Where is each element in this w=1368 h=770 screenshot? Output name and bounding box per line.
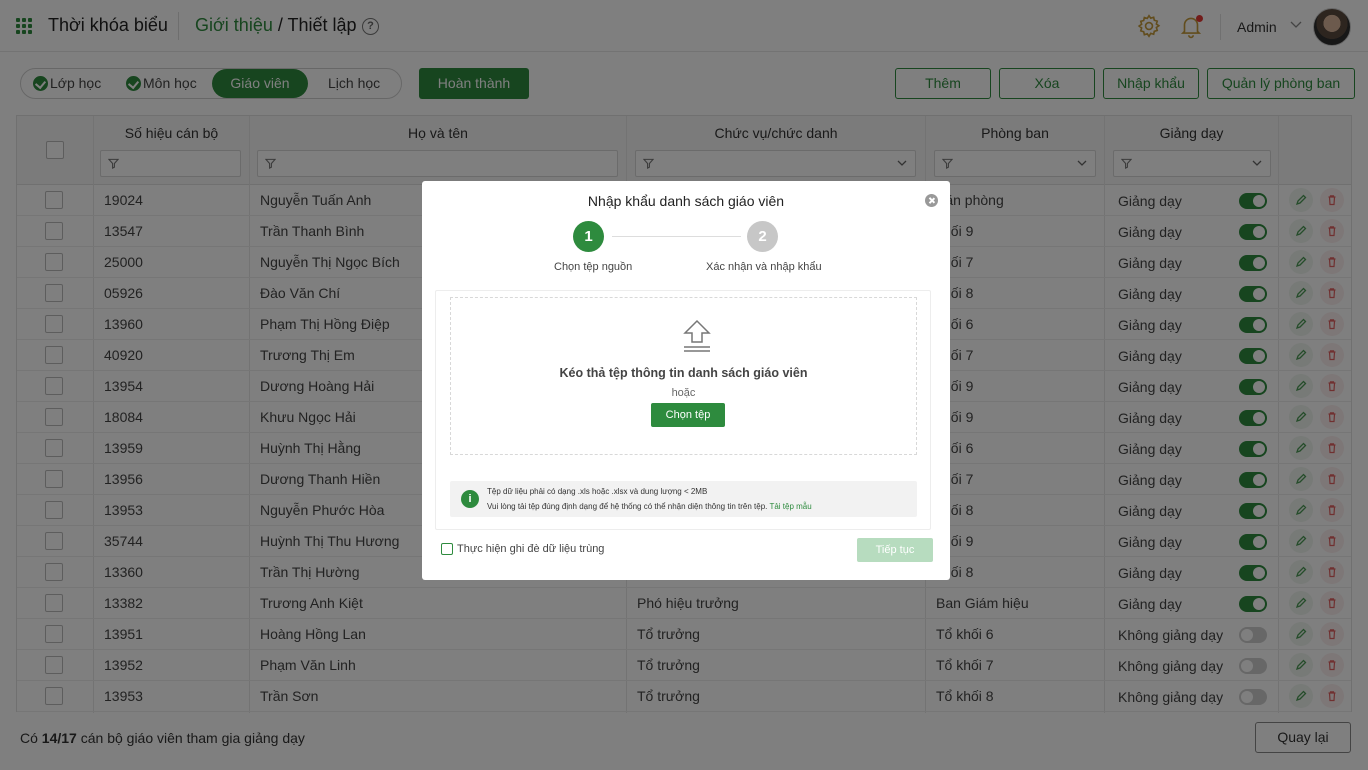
step-1-indicator: 1: [573, 221, 604, 252]
overwrite-duplicates-checkbox[interactable]: [441, 543, 453, 555]
file-requirements-note: i Tệp dữ liệu phải có dạng .xls hoặc .xl…: [450, 481, 917, 517]
info-line-1: Tệp dữ liệu phải có dạng .xls hoặc .xlsx…: [487, 487, 708, 496]
info-line-2: Vui lòng tải tệp đúng định dạng để hệ th…: [487, 502, 812, 511]
upload-arrow-icon: [683, 319, 711, 352]
or-text: hoặc: [671, 387, 696, 399]
file-drop-zone[interactable]: Kéo thả tệp thông tin danh sách giáo viê…: [450, 297, 917, 455]
info-icon: i: [461, 490, 479, 508]
step-connector: [612, 236, 741, 237]
close-icon[interactable]: [925, 194, 938, 207]
step-2-label: Xác nhận và nhập khẩu: [706, 261, 822, 273]
choose-file-button[interactable]: Chọn tệp: [651, 403, 725, 427]
info-line-2-text: Vui lòng tải tệp đúng định dạng để hệ th…: [487, 502, 770, 511]
overwrite-duplicates-label[interactable]: Thực hiện ghi đè dữ liệu trùng: [457, 543, 604, 555]
download-template-link[interactable]: Tải tệp mẫu: [769, 502, 811, 511]
step-2-indicator: 2: [747, 221, 778, 252]
dialog-title: Nhập khẩu danh sách giáo viên: [587, 193, 785, 209]
step-1-label: Chọn tệp nguồn: [554, 261, 633, 273]
drop-instruction: Kéo thả tệp thông tin danh sách giáo viê…: [559, 366, 808, 380]
import-teachers-dialog: Nhập khẩu danh sách giáo viên 1 2 Chọn t…: [422, 181, 950, 580]
file-upload-area: Kéo thả tệp thông tin danh sách giáo viê…: [435, 290, 931, 530]
continue-button[interactable]: Tiếp tục: [857, 538, 933, 562]
